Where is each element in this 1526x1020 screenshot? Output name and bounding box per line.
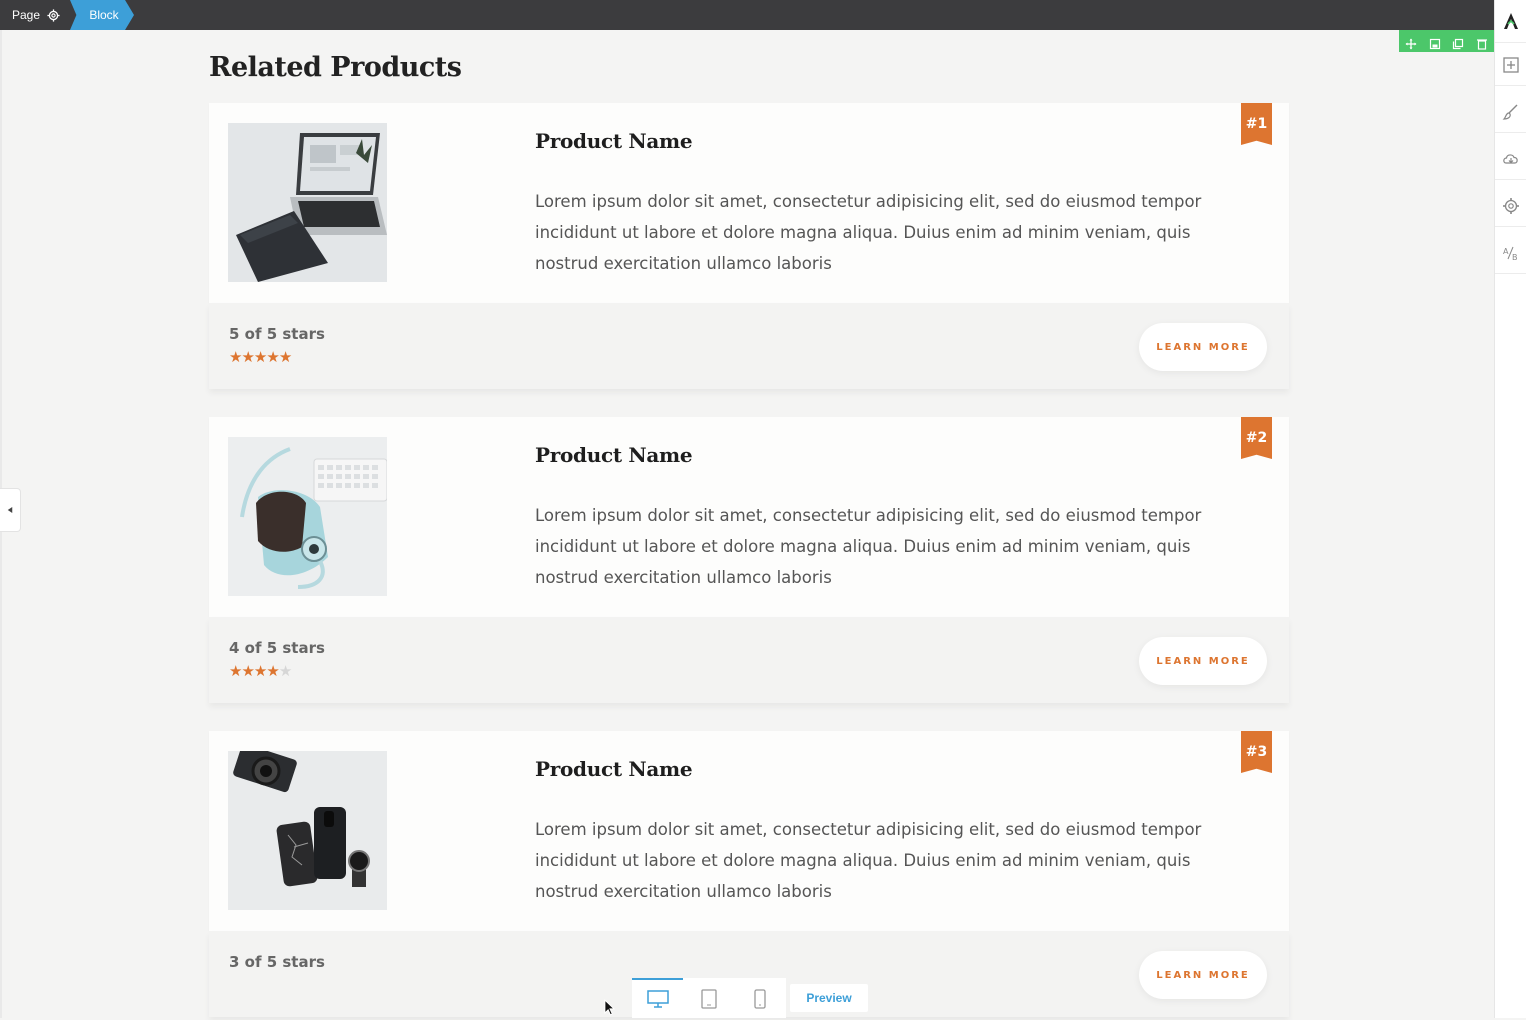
cloud-download-icon[interactable] <box>1495 139 1526 180</box>
ab-test-icon[interactable]: AB <box>1495 233 1526 274</box>
add-block-icon[interactable] <box>1495 45 1526 86</box>
laptop-notebook-image <box>228 123 387 282</box>
product-name: Product Name <box>535 129 693 153</box>
learn-more-button[interactable]: LEARN MORE <box>1139 951 1267 999</box>
star-icon: ★ <box>278 348 292 366</box>
move-icon[interactable] <box>1405 35 1417 50</box>
tablet-icon[interactable] <box>683 978 734 1018</box>
product-card-body: Product Name Lorem ipsum dolor sit amet,… <box>209 731 1289 931</box>
rank-badge: #2 <box>1241 417 1272 459</box>
panel-toggle-button[interactable] <box>0 488 21 532</box>
star-icon: ★ <box>266 348 279 366</box>
save-icon[interactable] <box>1429 35 1441 50</box>
mobile-icon[interactable] <box>734 978 785 1018</box>
rank-badge: #1 <box>1241 103 1272 145</box>
gear-icon[interactable] <box>47 8 60 22</box>
star-icon: ★ <box>253 348 267 366</box>
editor-topbar: Page Block <box>0 0 1494 30</box>
star-rating: ★★★★★ <box>229 348 292 366</box>
rating-label: 5 of 5 stars <box>229 325 325 343</box>
mouse-cursor-icon <box>604 999 616 1020</box>
settings-gear-icon[interactable] <box>1495 186 1526 227</box>
star-icon: ★ <box>241 348 254 366</box>
rating-label: 4 of 5 stars <box>229 639 325 657</box>
brush-icon[interactable] <box>1495 92 1526 133</box>
desktop-icon[interactable] <box>632 978 683 1018</box>
svg-text:B: B <box>1512 253 1518 262</box>
svg-text:A: A <box>1503 247 1509 256</box>
breadcrumb-block[interactable]: Block <box>70 0 134 30</box>
preview-button[interactable]: Preview <box>790 984 868 1012</box>
product-card: Product Name Lorem ipsum dolor sit amet,… <box>209 103 1289 389</box>
product-name: Product Name <box>535 443 693 467</box>
product-card-footer: 5 of 5 stars ★★★★★ LEARN MORE <box>209 303 1289 389</box>
section-title: Related Products <box>209 52 462 83</box>
duplicate-icon[interactable] <box>1452 35 1464 50</box>
star-icon: ★ <box>229 348 242 366</box>
star-empty-icon: ★ <box>278 662 292 680</box>
product-description: Lorem ipsum dolor sit amet, consectetur … <box>535 192 1202 273</box>
rating-label: 3 of 5 stars <box>229 953 325 971</box>
star-icon: ★ <box>241 662 254 680</box>
logo-icon[interactable] <box>1495 0 1526 43</box>
breadcrumb-page-label: Page <box>12 8 41 22</box>
star-rating: ★★★★★ <box>229 662 292 680</box>
product-name: Product Name <box>535 757 693 781</box>
learn-more-button[interactable]: LEARN MORE <box>1139 323 1267 371</box>
product-card: Product Name Lorem ipsum dolor sit amet,… <box>209 731 1289 1017</box>
product-card: Product Name Lorem ipsum dolor sit amet,… <box>209 417 1289 703</box>
star-icon: ★ <box>229 662 242 680</box>
star-icon: ★ <box>266 662 279 680</box>
camera-phones-watch-image <box>228 751 387 910</box>
instant-camera-image <box>228 437 387 596</box>
block-toolbar <box>1399 30 1494 52</box>
breadcrumb-page[interactable]: Page <box>0 0 72 30</box>
learn-more-button[interactable]: LEARN MORE <box>1139 637 1267 685</box>
breadcrumb-block-label: Block <box>89 8 119 22</box>
product-card-body: Product Name Lorem ipsum dolor sit amet,… <box>209 417 1289 617</box>
editor-sidebar: AB <box>1494 0 1526 1018</box>
product-description: Lorem ipsum dolor sit amet, consectetur … <box>535 820 1202 901</box>
device-switcher <box>632 978 786 1018</box>
caret-left-icon <box>7 507 13 513</box>
product-card-footer: 4 of 5 stars ★★★★★ LEARN MORE <box>209 617 1289 703</box>
rank-badge: #3 <box>1241 731 1272 773</box>
star-icon: ★ <box>253 662 267 680</box>
product-card-body: Product Name Lorem ipsum dolor sit amet,… <box>209 103 1289 303</box>
trash-icon[interactable] <box>1476 35 1488 50</box>
product-description: Lorem ipsum dolor sit amet, consectetur … <box>535 506 1202 587</box>
